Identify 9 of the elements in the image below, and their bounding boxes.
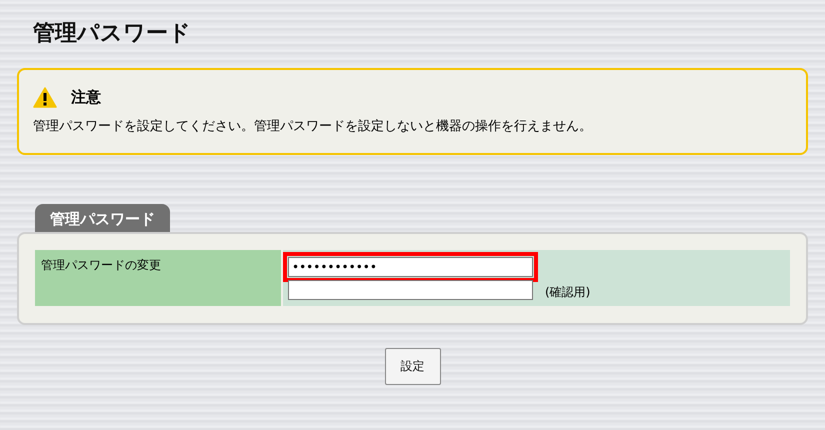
warning-icon xyxy=(33,86,57,108)
password-field[interactable]: •••••••••••• xyxy=(288,257,533,277)
notice-title: 注意 xyxy=(71,88,101,106)
page-title: 管理パスワード xyxy=(33,20,192,47)
set-button[interactable]: 設定 xyxy=(384,348,440,385)
confirm-note: (確認用) xyxy=(545,284,590,301)
label-cell: 管理パスワードの変更 xyxy=(35,250,281,306)
password-field[interactable] xyxy=(288,280,533,300)
notice-message: 管理パスワードを設定してください。管理パスワードを設定しないと機器の操作を行えません。 xyxy=(33,118,593,136)
